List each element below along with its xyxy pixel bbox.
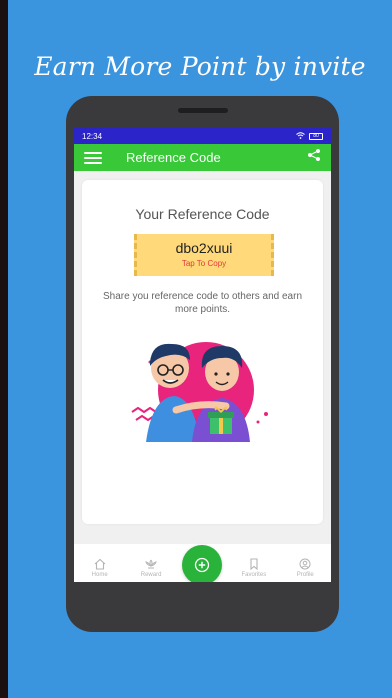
phone-mockup: 12:34 80 Reference Code Your Reference C… bbox=[66, 96, 339, 632]
phone-screen: 12:34 80 Reference Code Your Reference C… bbox=[74, 128, 331, 582]
app-bar: Reference Code bbox=[74, 144, 331, 171]
friends-illustration bbox=[131, 342, 268, 442]
card-description: Share you reference code to others and e… bbox=[102, 291, 303, 315]
status-bar: 12:34 80 bbox=[74, 128, 331, 144]
home-icon bbox=[94, 558, 106, 570]
reference-card: Your Reference Code dbo2xuui Tap To Copy… bbox=[82, 180, 323, 524]
nav-label-home: Home bbox=[91, 572, 108, 578]
reference-code-ticket[interactable]: dbo2xuui Tap To Copy bbox=[134, 234, 274, 276]
bookmark-icon bbox=[250, 558, 258, 570]
reference-code: dbo2xuui bbox=[175, 240, 233, 256]
reward-icon bbox=[145, 559, 157, 569]
status-time: 12:34 bbox=[82, 131, 103, 141]
page-title: Reference Code bbox=[126, 150, 221, 165]
card-title: Your Reference Code bbox=[135, 206, 270, 222]
battery-level: 80 bbox=[313, 132, 319, 139]
nav-label-favorites: Favorites bbox=[241, 572, 267, 578]
left-edge bbox=[0, 0, 8, 698]
nav-label-reward: Reward bbox=[140, 572, 162, 578]
nav-item-reward[interactable]: Reward bbox=[131, 558, 171, 578]
menu-icon[interactable] bbox=[84, 151, 102, 164]
nav-item-profile[interactable]: Profile bbox=[285, 558, 325, 578]
plus-icon bbox=[194, 557, 210, 573]
nav-label-profile: Profile bbox=[296, 572, 314, 578]
nav-item-home[interactable]: Home bbox=[80, 558, 120, 578]
nav-item-favorites[interactable]: Favorites bbox=[234, 558, 274, 578]
profile-icon bbox=[299, 558, 311, 570]
status-right: 80 bbox=[296, 131, 323, 141]
add-fab-button[interactable] bbox=[182, 545, 222, 582]
tap-to-copy-label: Tap To Copy bbox=[181, 259, 227, 268]
promo-banner-title: Earn More Point by invite bbox=[34, 52, 366, 81]
battery-icon: 80 bbox=[309, 132, 323, 140]
wifi-icon bbox=[296, 131, 305, 141]
phone-speaker bbox=[178, 108, 228, 113]
share-icon[interactable] bbox=[307, 148, 321, 167]
